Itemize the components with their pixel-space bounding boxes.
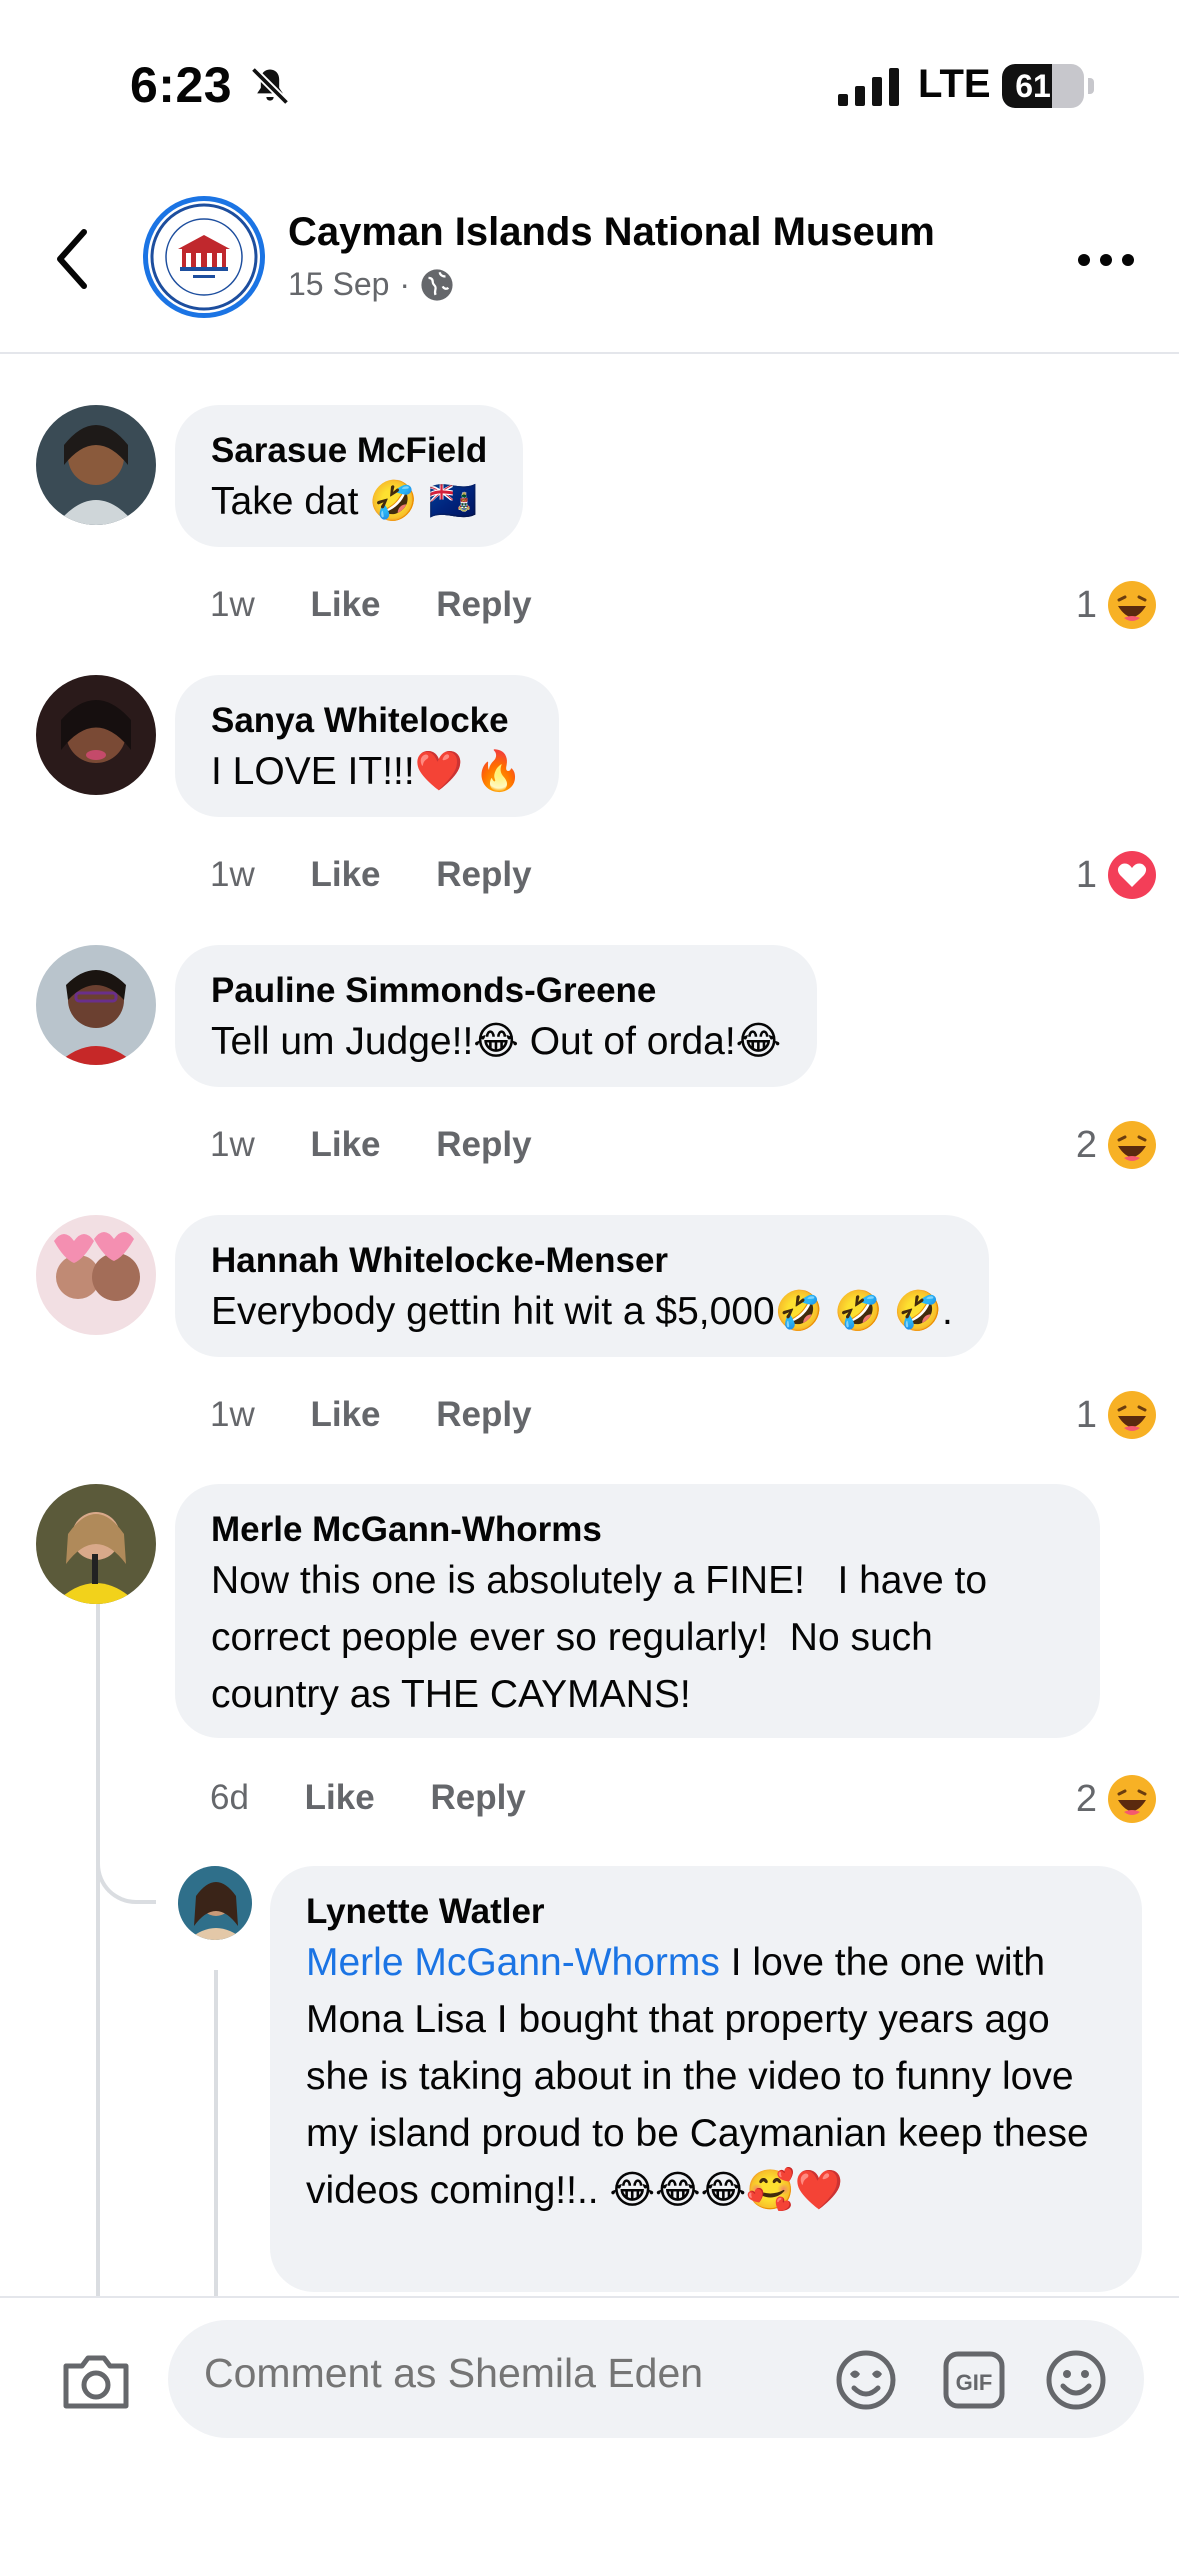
comment-actions: 1w Like Reply — [210, 1125, 578, 1165]
comment-time[interactable]: 1w — [210, 1395, 255, 1434]
like-button[interactable]: Like — [305, 1778, 375, 1817]
reaction-count: 1 — [1075, 583, 1097, 626]
like-button[interactable]: Like — [310, 1125, 380, 1164]
reply-button[interactable]: Reply — [430, 1778, 525, 1817]
avatar[interactable] — [36, 1484, 156, 1604]
comment-text: Tell um Judge!!😂 Out of orda!😂 — [211, 1020, 782, 1063]
bell-off-icon — [250, 66, 290, 106]
like-button[interactable]: Like — [310, 1395, 380, 1434]
smile-icon[interactable] — [1044, 2348, 1108, 2412]
comment-bubble[interactable]: Merle McGann-Whorms Now this one is abso… — [175, 1484, 1100, 1738]
reaction-summary[interactable]: 1 — [1076, 850, 1157, 900]
cellular-signal-icon — [838, 68, 899, 106]
meta-separator: · — [399, 266, 411, 302]
love-reaction-icon — [1108, 851, 1156, 899]
comment-input[interactable] — [204, 2350, 764, 2397]
network-type: LTE — [918, 62, 991, 106]
comment-author[interactable]: Sanya Whitelocke — [211, 699, 523, 743]
gif-icon[interactable]: GIF — [942, 2350, 1006, 2410]
reaction-count: 2 — [1075, 1777, 1097, 1820]
comment-author[interactable]: Sarasue McField — [211, 429, 487, 473]
comment-bubble[interactable]: Sarasue McField Take dat 🤣 🇰🇾 — [175, 405, 524, 547]
reaction-summary[interactable]: 2 — [1076, 1774, 1157, 1824]
reaction-count: 2 — [1075, 1123, 1097, 1166]
reaction-count: 1 — [1075, 853, 1097, 896]
battery-icon: 61 — [1002, 64, 1084, 108]
like-button[interactable]: Like — [310, 855, 380, 894]
reaction-count: 1 — [1075, 1393, 1097, 1436]
comment-text: Merle McGann-Whorms I love the one with … — [306, 1934, 1106, 2219]
page-name[interactable]: Cayman Islands National Museum — [288, 210, 935, 255]
haha-reaction-icon — [1108, 581, 1156, 629]
page-avatar[interactable] — [143, 196, 265, 318]
comment-author[interactable]: Lynette Watler — [306, 1890, 1106, 1934]
camera-icon[interactable] — [60, 2352, 132, 2412]
haha-reaction-icon — [1108, 1121, 1156, 1169]
status-bar: 6:23 LTE 61 — [0, 0, 1179, 170]
sticker-icon[interactable] — [834, 2348, 898, 2412]
post-header: Cayman Islands National Museum 15 Sep · — [0, 170, 1179, 354]
comment-bubble[interactable]: Pauline Simmonds-Greene Tell um Judge!!😂… — [175, 945, 818, 1087]
reply-button[interactable]: Reply — [436, 585, 531, 624]
comment-author[interactable]: Pauline Simmonds-Greene — [211, 969, 781, 1013]
status-time: 6:23 — [130, 57, 233, 113]
comment-composer[interactable]: GIF — [168, 2320, 1144, 2438]
avatar[interactable] — [36, 1215, 156, 1335]
comment-text: Take dat 🤣 🇰🇾 — [211, 480, 478, 523]
avatar[interactable] — [36, 675, 156, 795]
reaction-summary[interactable]: 1 — [1076, 1390, 1157, 1440]
comment-author[interactable]: Hannah Whitelocke-Menser — [211, 1239, 953, 1283]
haha-reaction-icon — [1108, 1391, 1156, 1439]
avatar[interactable] — [36, 405, 156, 525]
comment-composer-bar: GIF — [0, 2296, 1179, 2556]
thread-line — [96, 1900, 100, 2300]
more-dots-icon[interactable] — [1076, 250, 1136, 270]
comment-time[interactable]: 6d — [210, 1778, 249, 1817]
comment-actions: 6d Like Reply — [210, 1778, 572, 1818]
reply-thread-line — [214, 1970, 218, 2300]
comment-bubble[interactable]: Lynette Watler Merle McGann-Whorms I lov… — [270, 1866, 1142, 2292]
comment-time[interactable]: 1w — [210, 855, 255, 894]
comment-author[interactable]: Merle McGann-Whorms — [211, 1508, 1064, 1552]
reply-button[interactable]: Reply — [436, 1395, 531, 1434]
comment-bubble[interactable]: Sanya Whitelocke I LOVE IT!!!❤️ 🔥 — [175, 675, 559, 817]
comment-text: I LOVE IT!!!❤️ 🔥 — [211, 750, 523, 793]
comment-time[interactable]: 1w — [210, 1125, 255, 1164]
comment-text: Everybody gettin hit wit a $5,000🤣 🤣 🤣. — [211, 1290, 953, 1333]
haha-reaction-icon — [1108, 1775, 1156, 1823]
thread-line — [96, 1600, 100, 1900]
comment-actions: 1w Like Reply — [210, 855, 578, 895]
mention-link[interactable]: Merle McGann-Whorms — [306, 1941, 720, 1984]
battery-cap — [1088, 78, 1094, 94]
post-date: 15 Sep — [288, 266, 390, 302]
svg-text:GIF: GIF — [956, 2370, 993, 2395]
battery-percent: 61 — [1015, 68, 1051, 104]
post-meta: 15 Sep · — [288, 266, 454, 303]
reply-button[interactable]: Reply — [436, 855, 531, 894]
reaction-summary[interactable]: 1 — [1076, 580, 1157, 630]
reaction-summary[interactable]: 2 — [1076, 1120, 1157, 1170]
avatar[interactable] — [36, 945, 156, 1065]
chevron-left-icon[interactable] — [48, 224, 98, 294]
museum-logo — [150, 203, 258, 311]
comment-actions: 1w Like Reply — [210, 585, 578, 625]
comment-text: Now this one is absolutely a FINE! I hav… — [211, 1559, 998, 1716]
comment-bubble[interactable]: Hannah Whitelocke-Menser Everybody getti… — [175, 1215, 989, 1357]
like-button[interactable]: Like — [310, 585, 380, 624]
avatar[interactable] — [178, 1866, 252, 1940]
globe-icon — [421, 268, 453, 301]
reply-button[interactable]: Reply — [436, 1125, 531, 1164]
comment-time[interactable]: 1w — [210, 585, 255, 624]
comment-actions: 1w Like Reply — [210, 1395, 578, 1435]
thread-line-elbow — [96, 1860, 156, 1904]
